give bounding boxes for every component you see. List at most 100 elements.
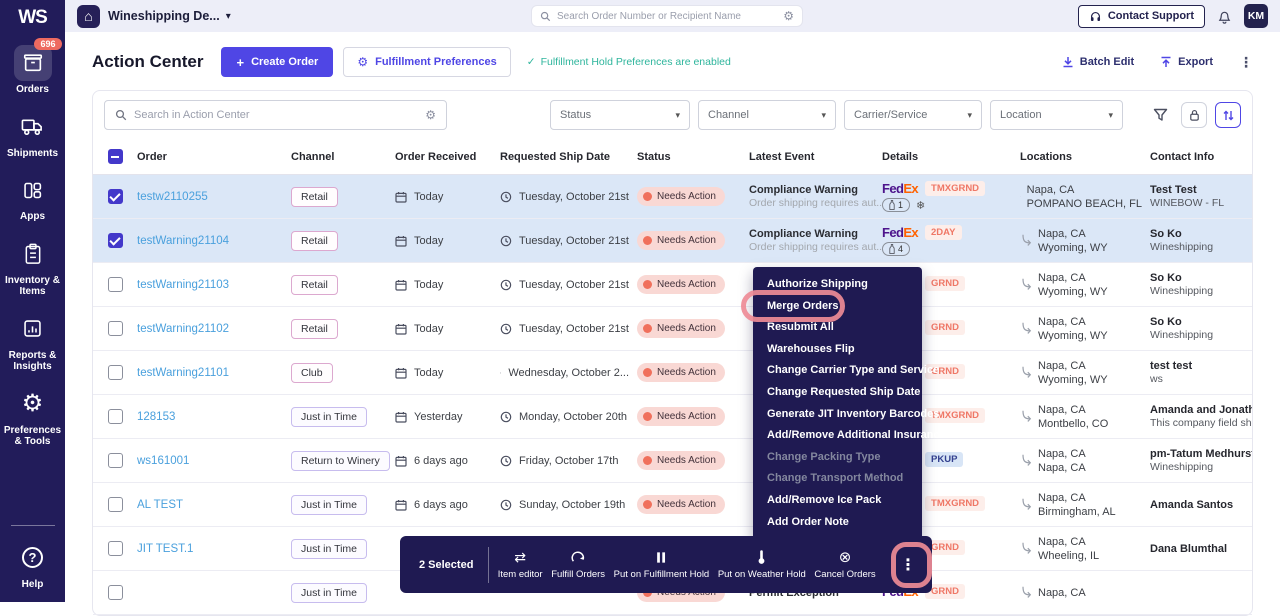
order-link[interactable]: AL TEST (137, 499, 183, 511)
channel-badge: Just in Time (291, 539, 367, 559)
headset-icon (1089, 10, 1102, 23)
column-header[interactable]: Contact Info (1150, 151, 1252, 163)
menu-item-change-carrier-type-and-service[interactable]: Change Carrier Type and Service (753, 360, 922, 382)
row-checkbox[interactable] (108, 321, 123, 336)
order-link[interactable]: testWarning21101 (137, 367, 229, 379)
column-header[interactable]: Locations (1020, 151, 1150, 163)
table-row[interactable]: testw2110255 Retail Today Tuesday, Octob… (93, 175, 1252, 219)
home-icon[interactable]: ⌂ (77, 5, 100, 28)
avatar[interactable]: KM (1244, 4, 1268, 28)
filter-dropdown-carrier-service[interactable]: Carrier/Service▾ (844, 100, 982, 130)
row-checkbox[interactable] (108, 277, 123, 292)
bottle-count-badge: 4 (882, 242, 910, 256)
order-received: Today (414, 323, 443, 335)
table-row[interactable]: testWarning21103 Retail Today Tuesday, O… (93, 263, 1252, 307)
order-link[interactable]: ws161001 (137, 455, 189, 467)
create-order-button[interactable]: + Create Order (221, 47, 333, 77)
menu-item-merge-orders[interactable]: Merge Orders (753, 296, 922, 318)
row-checkbox[interactable] (108, 409, 123, 424)
filter-dropdown-status[interactable]: Status▾ (550, 100, 690, 130)
table-row[interactable]: testWarning21104 Retail Today Tuesday, O… (93, 219, 1252, 263)
sidebar-item-apps[interactable]: Apps (2, 172, 64, 223)
global-search-input[interactable] (557, 11, 777, 22)
column-header[interactable]: Channel (291, 151, 395, 163)
lock-button[interactable] (1181, 102, 1207, 128)
menu-item-warehouses-flip[interactable]: Warehouses Flip (753, 339, 922, 361)
status-dot-icon (643, 500, 652, 509)
table-row[interactable]: testWarning21101 Club Today Wednesday, O… (93, 351, 1252, 395)
column-header[interactable]: Order (137, 151, 291, 163)
order-link[interactable]: testw2110255 (137, 191, 208, 203)
order-link[interactable]: JIT TEST.1 (137, 543, 193, 555)
status-dot-icon (643, 236, 652, 245)
export-button[interactable]: Export (1160, 56, 1213, 68)
contact-name: Test Test (1150, 183, 1244, 197)
requested-ship-date: Wednesday, October 2... (508, 367, 629, 379)
menu-item-resubmit-all[interactable]: Resubmit All (753, 317, 922, 339)
gear-icon: ⚙ (357, 56, 368, 68)
batch-edit-button[interactable]: Batch Edit (1062, 56, 1134, 68)
table-row[interactable]: AL TEST Just in Time 6 days ago Sunday, … (93, 483, 1252, 527)
sidebar-item-shipments[interactable]: Shipments (2, 109, 64, 160)
sidebar-item-orders[interactable]: 696Orders (2, 45, 64, 96)
column-header[interactable]: Latest Event (749, 151, 882, 163)
action-center-search[interactable]: ⚙ (104, 100, 447, 130)
more-actions-icon[interactable]: ⋮ (1239, 54, 1253, 71)
filter-dropdown-location[interactable]: Location▾ (990, 100, 1123, 130)
notification-bell-icon[interactable] (1218, 9, 1231, 24)
contact-support-button[interactable]: Contact Support (1078, 5, 1205, 28)
select-all-checkbox[interactable] (108, 149, 123, 164)
bulk-action-put-on-fulfillment-hold[interactable]: Put on Fulfillment Hold (614, 550, 710, 580)
menu-item-add-remove-ice-pack[interactable]: Add/Remove Ice Pack (753, 490, 922, 512)
menu-item-add-remove-additional-insurance[interactable]: Add/Remove Additional Insurance (753, 425, 922, 447)
column-header[interactable]: Details (882, 151, 1020, 163)
bulk-action-cancel-orders[interactable]: ⊗Cancel Orders (814, 550, 875, 580)
menu-item-generate-jit-inventory-barcodes[interactable]: Generate JIT Inventory Barcodes (753, 404, 922, 426)
column-header[interactable]: Status (637, 151, 749, 163)
row-checkbox[interactable] (108, 585, 123, 600)
bottle-count-badge: 1 (882, 198, 910, 212)
column-header[interactable]: Order Received (395, 151, 500, 163)
bulk-action-fulfill-orders[interactable]: Fulfill Orders (551, 550, 605, 580)
bulk-action-item-editor[interactable]: ⇄Item editor (498, 550, 543, 580)
search-settings-icon[interactable]: ⚙ (425, 109, 436, 121)
row-checkbox[interactable] (108, 497, 123, 512)
order-link[interactable]: testWarning21103 (137, 279, 229, 291)
row-checkbox[interactable] (108, 189, 123, 204)
chevron-down-icon: ▾ (1108, 110, 1113, 121)
sidebar-item-reports-insights[interactable]: Reports & Insights (2, 311, 64, 373)
order-link[interactable]: testWarning21102 (137, 323, 229, 335)
menu-item-add-order-note[interactable]: Add Order Note (753, 512, 922, 534)
fulfillment-preferences-button[interactable]: ⚙ Fulfillment Preferences (343, 47, 510, 77)
menu-item-change-requested-ship-date[interactable]: Change Requested Ship Date (753, 382, 922, 404)
sort-button[interactable] (1215, 102, 1241, 128)
order-link[interactable]: 128153 (137, 411, 175, 423)
bulk-action-put-on-weather-hold[interactable]: Put on Weather Hold (718, 550, 806, 580)
global-search[interactable]: ⚙ (531, 5, 803, 27)
sidebar-item-preferences-tools[interactable]: ⚙Preferences & Tools (2, 386, 64, 448)
table-row[interactable]: ws161001 Return to Winery 6 days ago Fri… (93, 439, 1252, 483)
locations: Napa, CA Wyoming, WY (1038, 315, 1108, 343)
row-checkbox[interactable] (108, 365, 123, 380)
row-checkbox[interactable] (108, 541, 123, 556)
search-settings-icon[interactable]: ⚙ (783, 10, 794, 22)
channel-badge: Just in Time (291, 495, 367, 515)
menu-item-authorize-shipping[interactable]: Authorize Shipping (753, 274, 922, 296)
org-switcher[interactable]: Wineshipping De... (108, 9, 220, 23)
order-link[interactable]: testWarning21104 (137, 235, 229, 247)
help-icon: ? (22, 547, 43, 568)
row-checkbox[interactable] (108, 453, 123, 468)
sidebar-item-help[interactable]: ? Help (2, 540, 64, 591)
sidebar-item-inventory-items[interactable]: Inventory & Items (2, 236, 64, 298)
column-header[interactable]: Requested Ship Date (500, 151, 637, 163)
bottle-icon (889, 244, 895, 254)
table-row[interactable]: 128153 Just in Time Yesterday Monday, Oc… (93, 395, 1252, 439)
row-checkbox[interactable] (108, 233, 123, 248)
filter-button[interactable] (1147, 102, 1173, 128)
more-bulk-actions-button[interactable]: ⋮ (884, 555, 932, 575)
action-center-search-input[interactable] (134, 109, 418, 121)
filter-dropdown-channel[interactable]: Channel▾ (698, 100, 836, 130)
table-row[interactable]: testWarning21102 Retail Today Tuesday, O… (93, 307, 1252, 351)
requested-ship-date: Tuesday, October 21st (519, 279, 629, 291)
order-received: 6 days ago (414, 499, 468, 511)
